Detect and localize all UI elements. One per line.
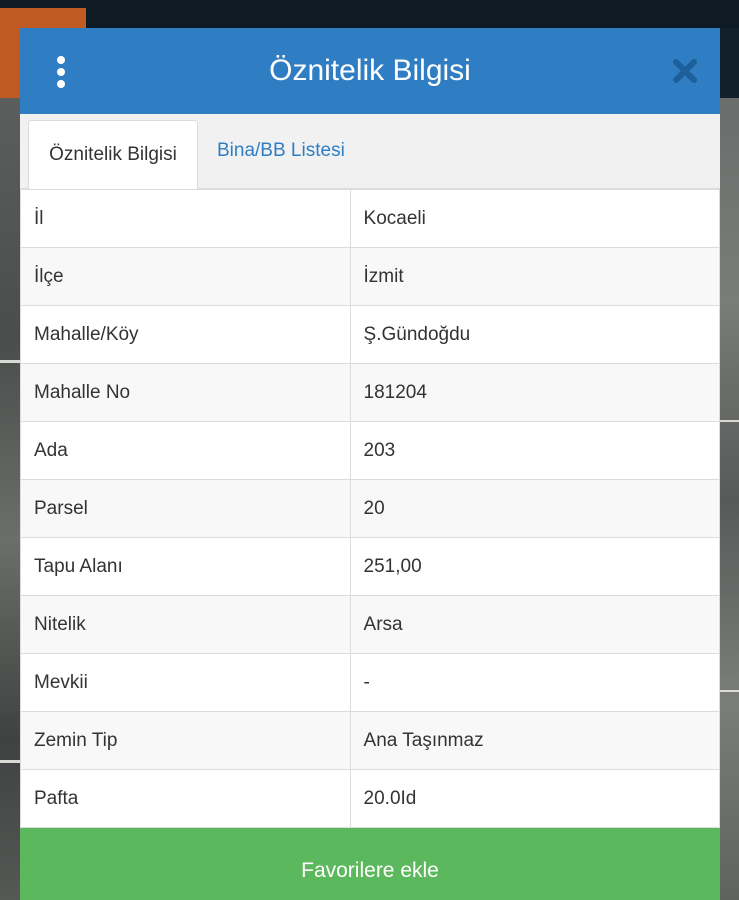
close-icon[interactable] bbox=[672, 58, 698, 84]
attribute-value: 20 bbox=[349, 479, 720, 538]
table-row: İl Kocaeli bbox=[20, 189, 720, 248]
attribute-value: Kocaeli bbox=[349, 189, 720, 248]
table-row: Nitelik Arsa bbox=[20, 595, 720, 654]
attribute-key: İl bbox=[20, 189, 351, 248]
attribute-value: Arsa bbox=[349, 595, 720, 654]
attribute-key: Zemin Tip bbox=[20, 711, 351, 770]
table-row: Ada 203 bbox=[20, 421, 720, 480]
attribute-info-modal: Öznitelik Bilgisi Öznitelik Bilgisi Bina… bbox=[20, 28, 720, 900]
attribute-key: Nitelik bbox=[20, 595, 351, 654]
attribute-key: Mevkii bbox=[20, 653, 351, 712]
tab-attribute-info[interactable]: Öznitelik Bilgisi bbox=[28, 120, 198, 189]
map-road bbox=[0, 760, 20, 763]
map-road bbox=[0, 360, 20, 363]
attribute-value: 181204 bbox=[349, 363, 720, 422]
tab-bar: Öznitelik Bilgisi Bina/BB Listesi bbox=[20, 114, 720, 189]
attribute-key: Ada bbox=[20, 421, 351, 480]
table-row: Mahalle No 181204 bbox=[20, 363, 720, 422]
map-top-bar bbox=[0, 0, 739, 28]
map-right-strip bbox=[719, 98, 739, 900]
modal-title: Öznitelik Bilgisi bbox=[269, 54, 471, 87]
attribute-value: 20.0Id bbox=[349, 769, 720, 828]
attribute-key: Mahalle/Köy bbox=[20, 305, 351, 364]
table-row: Mahalle/Köy Ş.Gündoğdu bbox=[20, 305, 720, 364]
table-row: Tapu Alanı 251,00 bbox=[20, 537, 720, 596]
attribute-key: Parsel bbox=[20, 479, 351, 538]
table-row: Pafta 20.0Id bbox=[20, 769, 720, 828]
table-row: Parsel 20 bbox=[20, 479, 720, 538]
attribute-value: Ş.Gündoğdu bbox=[349, 305, 720, 364]
attribute-value: İzmit bbox=[349, 247, 720, 306]
attribute-table: İl Kocaeli İlçe İzmit Mahalle/Köy Ş.Gündoğdu M… bbox=[20, 189, 720, 828]
map-road bbox=[719, 690, 739, 692]
add-to-favorites-button[interactable]: Favorilere ekle bbox=[20, 828, 720, 900]
attribute-value: Ana Taşınmaz bbox=[349, 711, 720, 770]
table-row: Zemin Tip Ana Taşınmaz bbox=[20, 711, 720, 770]
tab-building-list[interactable]: Bina/BB Listesi bbox=[217, 114, 345, 188]
table-row: Mevkii - bbox=[20, 653, 720, 712]
attribute-key: Pafta bbox=[20, 769, 351, 828]
attribute-key: Mahalle No bbox=[20, 363, 351, 422]
modal-header: Öznitelik Bilgisi bbox=[20, 28, 720, 114]
table-row: İlçe İzmit bbox=[20, 247, 720, 306]
attribute-value: - bbox=[349, 653, 720, 712]
map-left-strip bbox=[0, 98, 20, 900]
attribute-key: İlçe bbox=[20, 247, 351, 306]
map-road bbox=[719, 420, 739, 422]
attribute-key: Tapu Alanı bbox=[20, 537, 351, 596]
attribute-value: 251,00 bbox=[349, 537, 720, 596]
attribute-value: 203 bbox=[349, 421, 720, 480]
